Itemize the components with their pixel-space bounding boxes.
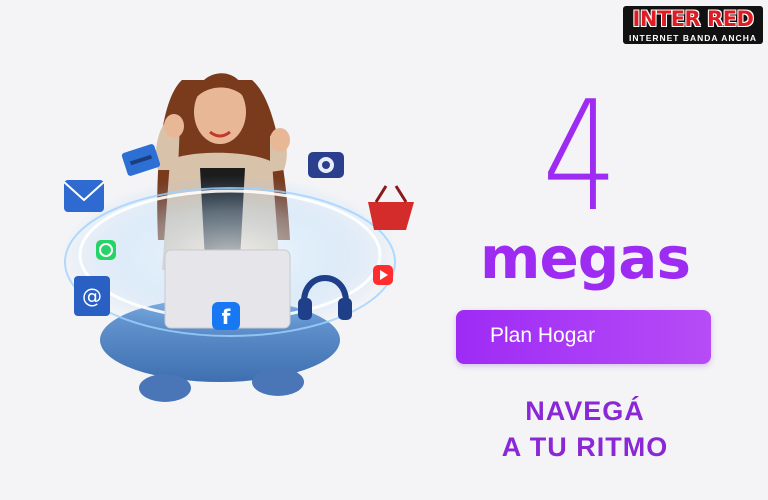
credit-card-icon [121,144,161,176]
youtube-icon [373,265,393,285]
slogan-line-2: A TU RITMO [501,432,669,462]
whatsapp-icon [96,240,116,260]
slogan-line-1: NAVEGÁ [525,396,645,426]
svg-text:@: @ [82,284,102,308]
camera-icon [308,152,344,178]
svg-text:f: f [222,305,231,329]
hero-illustration: @ f [60,73,414,402]
facebook-icon: f [212,302,240,330]
speed-unit: megas [480,224,691,292]
envelope-icon [63,180,105,212]
brand-logo: INTER RED INTERNET BANDA ANCHA [623,6,763,44]
logo-tagline: INTERNET BANDA ANCHA [629,33,757,43]
email-at-icon: @ [74,276,110,316]
slogan: NAVEGÁ A TU RITMO [470,393,700,465]
shopping-basket-icon [368,185,414,230]
plan-label: Plan Hogar [490,324,596,347]
logo-wordmark: INTER RED [632,7,755,31]
plan-badge: Plan Hogar [456,310,711,364]
speed-value: 4 [542,68,618,245]
